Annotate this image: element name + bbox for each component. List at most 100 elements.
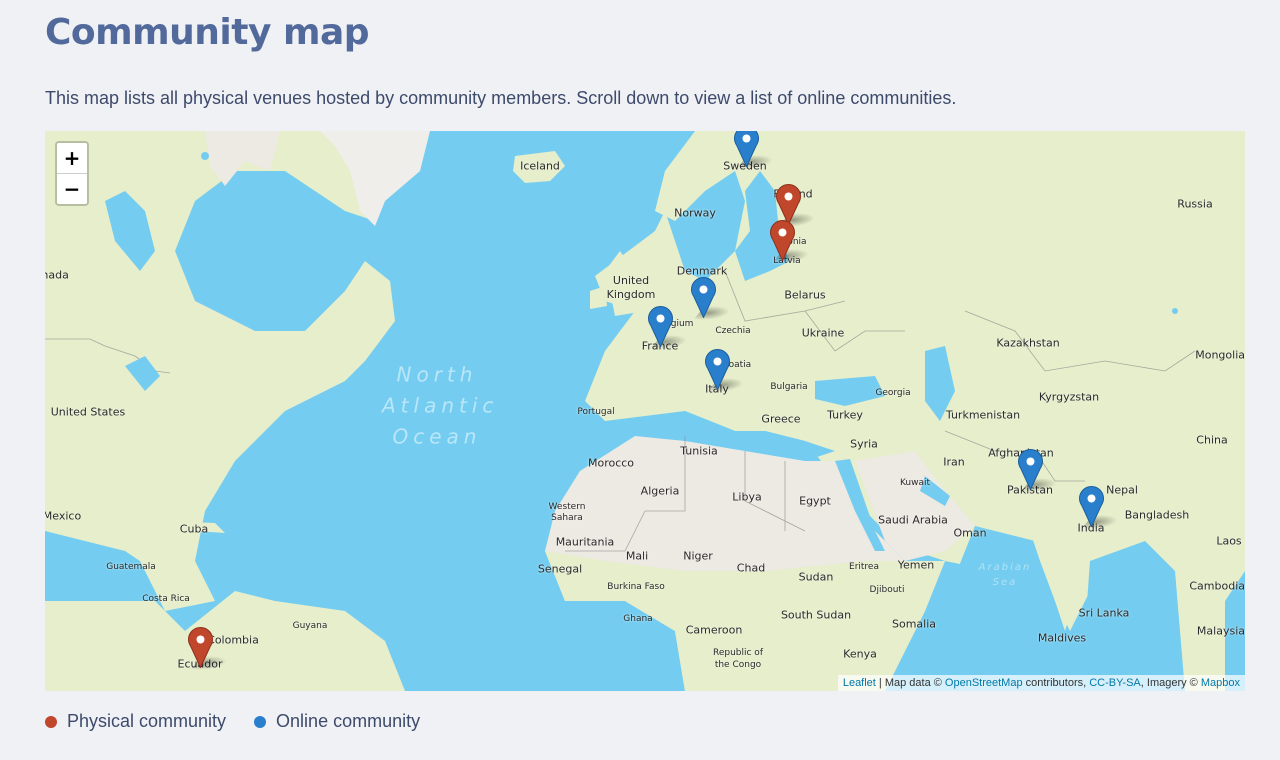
label-czechia: Czechia: [715, 326, 751, 336]
map-marker-online-italy[interactable]: [705, 349, 730, 390]
cc-by-sa-link[interactable]: CC-BY-SA: [1089, 677, 1141, 689]
label-russia: Russia: [1177, 197, 1213, 211]
label-ukraine: Ukraine: [801, 326, 845, 340]
label-egypt: Egypt: [799, 494, 831, 508]
community-map[interactable]: Iceland Sweden Norway Finland Estonia La…: [45, 131, 1245, 691]
land-north-america: [45, 131, 395, 611]
map-pin-icon: [648, 306, 673, 347]
label-iceland: Iceland: [520, 159, 560, 173]
label-syria: Syria: [850, 437, 878, 451]
label-mali: Mali: [625, 549, 649, 563]
label-denmark: Denmark: [676, 264, 728, 278]
map-marker-physical-estonia[interactable]: [770, 220, 795, 261]
label-maldives: Maldives: [1037, 631, 1087, 645]
attribution-text-1: | Map data ©: [875, 677, 945, 689]
label-bangladesh: Bangladesh: [1124, 508, 1190, 522]
map-pin-icon: [691, 277, 716, 318]
label-kenya: Kenya: [843, 647, 877, 661]
label-turkmenistan: Turkmenistan: [945, 408, 1021, 422]
label-algeria: Algeria: [640, 484, 680, 498]
label-north-atlantic: North Atlantic Ocean: [382, 360, 499, 453]
label-costa-rica: Costa Rica: [142, 594, 190, 604]
label-cameroon: Cameroon: [685, 623, 743, 637]
label-oman: Oman: [953, 526, 987, 540]
label-cuba: Cuba: [179, 522, 209, 536]
legend-physical: Physical community: [45, 711, 226, 732]
label-somalia: Somalia: [891, 617, 937, 631]
label-south-sudan: South Sudan: [780, 608, 852, 622]
legend-physical-label: Physical community: [67, 711, 227, 731]
label-guatemala: Guatemala: [106, 562, 156, 572]
label-kyrgyzstan: Kyrgyzstan: [1038, 390, 1100, 404]
label-uk: United Kingdom: [596, 274, 666, 302]
attribution-text-3: , Imagery ©: [1140, 677, 1201, 689]
label-united-states: United States: [50, 405, 126, 419]
label-greece: Greece: [761, 412, 801, 426]
zoom-control: + −: [55, 141, 89, 206]
attribution-text-2: contributors,: [1022, 677, 1090, 689]
label-djibouti: Djibouti: [869, 585, 905, 595]
label-arabian-sea-text: Arabian Sea: [978, 562, 1032, 588]
online-dot-icon: [254, 715, 267, 728]
label-guyana: Guyana: [292, 621, 328, 631]
label-bulgaria: Bulgaria: [770, 382, 808, 392]
map-marker-online-france[interactable]: [648, 306, 673, 347]
map-pin-icon: [188, 627, 213, 668]
label-mexico: Mexico: [45, 509, 82, 523]
intro-text: This map lists all physical venues hoste…: [45, 88, 957, 108]
label-eritrea: Eritrea: [849, 562, 879, 572]
label-morocco: Morocco: [587, 456, 635, 470]
map-marker-online-india[interactable]: [1079, 486, 1104, 527]
label-kazakhstan: Kazakhstan: [996, 336, 1060, 350]
label-laos: Laos: [1216, 534, 1242, 548]
label-belarus: Belarus: [784, 288, 826, 302]
label-mauritania: Mauritania: [555, 535, 615, 549]
map-marker-online-germany[interactable]: [691, 277, 716, 318]
map-pin-icon: [1079, 486, 1104, 527]
label-mongolia: Mongolia: [1195, 348, 1245, 362]
map-attribution: Leaflet | Map data © OpenStreetMap contr…: [837, 675, 1245, 691]
label-tunisia: Tunisia: [680, 444, 718, 458]
label-north-atlantic-text: North Atlantic Ocean: [382, 362, 499, 449]
label-yemen: Yemen: [897, 558, 935, 572]
map-pin-icon: [1018, 449, 1043, 490]
label-sudan: Sudan: [798, 570, 834, 584]
zoom-in-button[interactable]: +: [57, 143, 87, 174]
label-congo: Republic of the Congo: [708, 647, 768, 671]
label-western-sahara: Western Sahara: [545, 502, 589, 524]
label-malaysia: Malaysia: [1196, 624, 1245, 638]
label-saudi-arabia: Saudi Arabia: [878, 513, 948, 527]
label-western-sahara-text: Western Sahara: [548, 502, 586, 523]
label-turkey: Turkey: [827, 408, 863, 422]
label-norway: Norway: [674, 206, 716, 220]
label-cambodia: Cambodia: [1189, 579, 1245, 593]
label-colombia: Colombia: [207, 633, 259, 647]
map-pin-icon: [734, 131, 759, 167]
label-china: China: [1196, 433, 1228, 447]
label-congo-text: Republic of the Congo: [712, 648, 763, 670]
openstreetmap-link[interactable]: OpenStreetMap: [945, 677, 1023, 689]
label-uk-text: United Kingdom: [606, 274, 656, 301]
mapbox-link[interactable]: Mapbox: [1201, 677, 1240, 689]
map-marker-physical-finland[interactable]: [776, 184, 801, 225]
leaflet-link[interactable]: Leaflet: [843, 677, 876, 689]
map-marker-online-sweden[interactable]: [734, 131, 759, 167]
map-marker-online-pakistan[interactable]: [1018, 449, 1043, 490]
legend-online: Online community: [254, 711, 420, 732]
label-kuwait: Kuwait: [899, 478, 931, 488]
label-georgia: Georgia: [875, 388, 911, 398]
label-libya: Libya: [732, 490, 762, 504]
legend-online-label: Online community: [276, 711, 421, 731]
zoom-out-button[interactable]: −: [57, 174, 87, 204]
basemap[interactable]: [45, 131, 1245, 691]
map-marker-physical-ecuador[interactable]: [188, 627, 213, 668]
label-sri-lanka: Sri Lanka: [1078, 606, 1130, 620]
label-portugal: Portugal: [577, 407, 615, 417]
map-legend: Physical community Online community: [45, 711, 448, 732]
map-pin-icon: [770, 220, 795, 261]
label-burkina-faso: Burkina Faso: [607, 582, 665, 592]
label-canada: Canada: [45, 268, 69, 282]
map-pin-icon: [776, 184, 801, 225]
label-niger: Niger: [683, 549, 713, 563]
label-chad: Chad: [736, 561, 766, 575]
